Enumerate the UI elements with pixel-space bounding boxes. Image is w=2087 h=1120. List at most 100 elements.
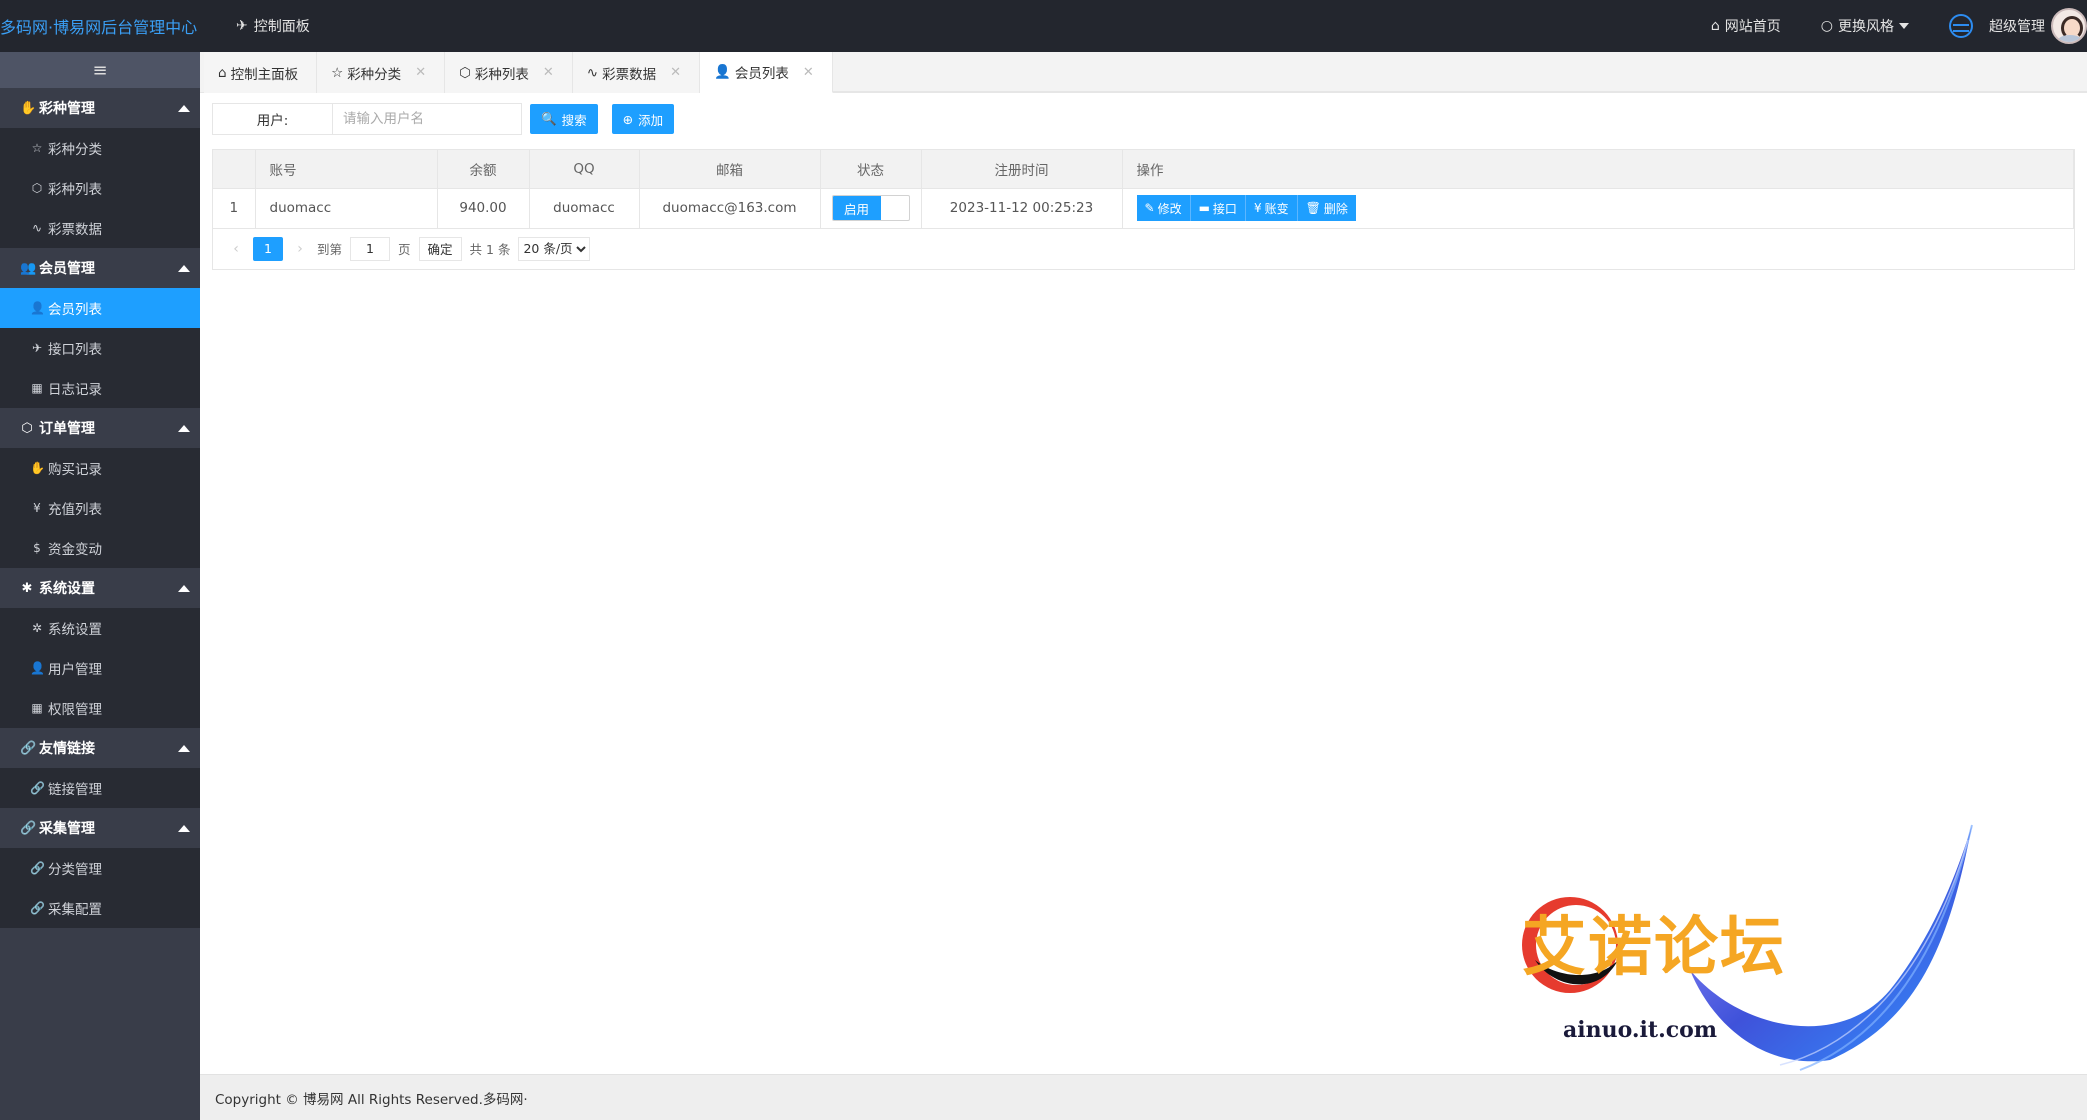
api-button[interactable]: ▬ 接口 xyxy=(1190,195,1246,221)
delete-button[interactable]: 🗑 删除 xyxy=(1297,195,1356,221)
chevron-right-icon[interactable]: › xyxy=(291,241,309,257)
sidebar-group-members[interactable]: 👥 会员管理 xyxy=(0,248,200,288)
tab-label: 会员列表 xyxy=(734,66,789,82)
sidebar-item-lottery-data[interactable]: ∿ 彩票数据 xyxy=(0,208,200,248)
brand-title[interactable]: 多码网·博易网后台管理中心 xyxy=(0,0,200,52)
cell-balance: 940.00 xyxy=(437,188,530,229)
column-header-registered[interactable]: 注册时间 xyxy=(921,150,1123,189)
top-header: 多码网·博易网后台管理中心 ✈ 控制面板 ⌂ 网站首页 ○ 更换风格 超级管理 xyxy=(0,0,2087,52)
trash-icon: 🗑 xyxy=(1305,201,1321,215)
group-label: 彩种管理 xyxy=(39,101,95,117)
close-icon[interactable]: ✕ xyxy=(670,65,681,80)
api-label: 接口 xyxy=(1212,201,1237,216)
hand-icon: ✋ xyxy=(30,461,45,475)
sidebar-item-label: 用户管理 xyxy=(48,662,102,678)
chat-icon: ▬ xyxy=(1198,201,1210,215)
sidebar-group-orders[interactable]: ⬡ 订单管理 xyxy=(0,408,200,448)
column-header-email[interactable]: 邮箱 xyxy=(639,150,821,189)
tab-lottery-data[interactable]: ∿ 彩票数据 ✕ xyxy=(572,52,701,93)
tab-dashboard[interactable]: ⌂ 控制主面板 xyxy=(204,52,318,93)
sidebar-item-link-management[interactable]: 🔗 链接管理 xyxy=(0,768,200,808)
user-icon: 👤 xyxy=(30,661,45,675)
current-page[interactable]: 1 xyxy=(253,236,283,261)
sidebar-group-system[interactable]: ✱ 系统设置 xyxy=(0,568,200,608)
column-header-account[interactable]: 账号 xyxy=(255,150,438,189)
star-icon: ☆ xyxy=(31,141,43,155)
add-button[interactable]: ⊕ 添加 xyxy=(611,104,675,134)
goto-page-input[interactable] xyxy=(350,236,391,261)
sidebar-item-label: 会员列表 xyxy=(48,302,102,318)
sidebar-item-fund-changes[interactable]: $ 资金变动 xyxy=(0,528,200,568)
footer: Copyright © 博易网 All Rights Reserved.多码网· xyxy=(200,1074,2087,1120)
column-header-balance[interactable]: 余额 xyxy=(437,150,530,189)
watermark-title: 艾诺论坛 xyxy=(1522,911,1786,985)
total-count: 共 1 条 xyxy=(469,242,511,257)
control-panel-link[interactable]: ✈ 控制面板 xyxy=(236,0,310,52)
tab-member-list[interactable]: 👤 会员列表 ✕ xyxy=(700,52,833,93)
sidebar-item-user-management[interactable]: 👤 用户管理 xyxy=(0,648,200,688)
sidebar-item-api-list[interactable]: ✈ 接口列表 xyxy=(0,328,200,368)
theme-switch-menu[interactable]: ○ 更换风格 xyxy=(1821,16,1909,36)
sidebar: ≡ ✋ 彩种管理 ☆ 彩种分类 ⬡ 彩种列表 ∿ 彩票数据 👥 会员管理 👤 会员列表 … xyxy=(0,52,200,1120)
box-icon: ⬡ xyxy=(31,181,43,195)
search-button[interactable]: 🔍 搜索 xyxy=(530,104,598,134)
username-search-input[interactable] xyxy=(332,103,522,135)
sidebar-item-member-list[interactable]: 👤 会员列表 xyxy=(0,288,200,328)
column-header-status[interactable]: 状态 xyxy=(820,150,922,189)
tab-label: 控制主面板 xyxy=(230,66,299,83)
sidebar-item-category-management[interactable]: 🔗 分类管理 xyxy=(0,848,200,888)
caret-up-icon xyxy=(178,745,190,752)
sidebar-item-label: 彩票数据 xyxy=(48,222,102,238)
sidebar-group-collection[interactable]: 🔗 采集管理 xyxy=(0,808,200,848)
add-button-label: 添加 xyxy=(638,112,664,128)
cell-email: duomacc@163.com xyxy=(639,188,821,229)
header-right: ⌂ 网站首页 ○ 更换风格 超级管理 xyxy=(1711,0,2087,52)
tab-lottery-list[interactable]: ⬡ 彩种列表 ✕ xyxy=(445,52,573,93)
tab-lottery-category[interactable]: ☆ 彩种分类 ✕ xyxy=(317,52,446,93)
sidebar-toggle-button[interactable]: ≡ xyxy=(0,52,200,88)
user-menu[interactable]: 超级管理 xyxy=(1949,8,2087,44)
box-icon: ⬡ xyxy=(21,420,33,436)
column-header-qq[interactable]: QQ xyxy=(529,150,640,189)
user-icon: 👤 xyxy=(30,301,45,315)
sidebar-item-log-records[interactable]: ▦ 日志记录 xyxy=(0,368,200,408)
sidebar-item-recharge-list[interactable]: ¥ 充值列表 xyxy=(0,488,200,528)
tab-bar-fill xyxy=(832,52,2087,92)
status-toggle-label: 启用 xyxy=(832,196,881,220)
row-index: 1 xyxy=(213,188,256,229)
sidebar-group-lottery[interactable]: ✋ 彩种管理 xyxy=(0,88,200,128)
group-label: 系统设置 xyxy=(39,581,95,597)
fund-change-label: 账变 xyxy=(1264,201,1289,216)
tab-bar: ⌂ 控制主面板 ☆ 彩种分类 ✕ ⬡ 彩种列表 ✕ ∿ 彩票数据 ✕ 👤 会员列… xyxy=(200,52,2087,93)
sidebar-item-lottery-list[interactable]: ⬡ 彩种列表 xyxy=(0,168,200,208)
sidebar-group-links[interactable]: 🔗 友情链接 xyxy=(0,728,200,768)
status-toggle[interactable]: 启用 xyxy=(831,195,910,221)
close-icon[interactable]: ✕ xyxy=(803,65,814,80)
sidebar-item-label: 彩种列表 xyxy=(48,182,102,198)
chevron-left-icon[interactable]: ‹ xyxy=(227,241,245,257)
link-icon: 🔗 xyxy=(30,861,45,875)
sidebar-item-collection-config[interactable]: 🔗 采集配置 xyxy=(0,888,200,928)
sidebar-item-permissions[interactable]: ▦ 权限管理 xyxy=(0,688,200,728)
site-home-link[interactable]: ⌂ 网站首页 xyxy=(1711,16,1781,36)
close-icon[interactable]: ✕ xyxy=(543,65,554,80)
page-size-select[interactable]: 20 条/页 xyxy=(518,236,591,261)
avatar[interactable] xyxy=(2051,8,2087,44)
group-label: 订单管理 xyxy=(39,421,95,437)
sidebar-item-purchase-records[interactable]: ✋ 购买记录 xyxy=(0,448,200,488)
member-table: 账号 余额 QQ 邮箱 状态 注册时间 操作 1 duomacc 940.00 … xyxy=(212,149,2075,270)
fund-change-button[interactable]: ¥ 账变 xyxy=(1245,195,1298,221)
sidebar-submenu: ✲ 系统设置 👤 用户管理 ▦ 权限管理 xyxy=(0,608,200,728)
calendar-icon: ▦ xyxy=(31,381,43,395)
star-icon: ☆ xyxy=(331,64,344,81)
sidebar-item-system-settings[interactable]: ✲ 系统设置 xyxy=(0,608,200,648)
close-icon[interactable]: ✕ xyxy=(415,65,426,80)
edit-button[interactable]: ✎ 修改 xyxy=(1136,195,1191,221)
cell-registered: 2023-11-12 00:25:23 xyxy=(921,188,1123,229)
sidebar-item-label: 日志记录 xyxy=(48,382,102,398)
group-label: 采集管理 xyxy=(39,821,95,837)
sidebar-item-lottery-category[interactable]: ☆ 彩种分类 xyxy=(0,128,200,168)
caret-up-icon xyxy=(178,425,190,432)
send-icon: ✈ xyxy=(31,341,43,355)
goto-confirm-button[interactable]: 确定 xyxy=(418,236,462,261)
